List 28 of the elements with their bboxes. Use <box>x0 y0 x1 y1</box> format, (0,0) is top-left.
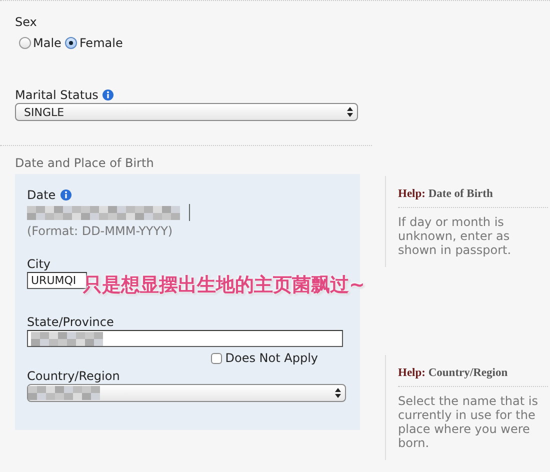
blurred-value-drawing <box>28 386 100 400</box>
radio-button[interactable] <box>65 37 78 49</box>
stepper-arrows-icon <box>335 388 341 398</box>
format-hint: (Format: DD-MMM-YYYY) <box>27 224 174 238</box>
radio-label: Female <box>79 36 123 50</box>
field-label: City <box>27 257 52 271</box>
info-icon[interactable] <box>102 89 114 101</box>
field-label: Country/Region <box>27 369 121 383</box>
field-label: Sex <box>15 15 38 29</box>
radio-label: Male <box>33 36 62 50</box>
help-text: If day or month is unknown, enter as shown in passport. <box>398 215 512 257</box>
field-label: State/Province <box>27 315 115 329</box>
input-field[interactable] <box>27 330 343 347</box>
help-title: Help: Country/Region <box>398 367 548 387</box>
input-field[interactable] <box>27 204 190 221</box>
help-text: Select the name that is currently in use for the place where you were born. <box>398 394 539 450</box>
field-label: Marital Status <box>15 88 98 102</box>
info-icon[interactable] <box>60 189 72 201</box>
checkbox-label: Does Not Apply <box>225 351 318 365</box>
select-field[interactable]: SINGLE <box>15 103 358 121</box>
select-field[interactable] <box>27 384 346 402</box>
field-label: Date <box>27 188 56 202</box>
section-title: Date and Place of Birth <box>15 156 155 170</box>
checkbox[interactable] <box>211 352 222 364</box>
blurred-value-drawing <box>31 332 103 346</box>
radio-button[interactable] <box>19 37 31 49</box>
stepper-arrows-icon <box>347 107 353 117</box>
help-title: Help: Date of Birth <box>398 188 548 208</box>
